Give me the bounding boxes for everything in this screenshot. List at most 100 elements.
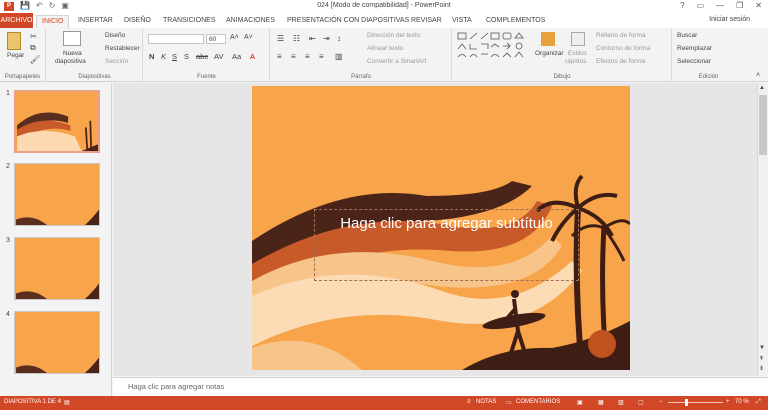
tab-vista[interactable]: VISTA — [452, 15, 472, 28]
shape-outline-button[interactable]: Contorno de forma — [596, 45, 650, 52]
notes-toggle[interactable]: NOTAS — [476, 399, 496, 405]
copy-icon[interactable]: ⧉ — [30, 43, 36, 53]
thumbnail-slide-2[interactable] — [14, 163, 100, 226]
bullets-icon[interactable]: ☰ — [277, 34, 284, 43]
format-painter-icon[interactable]: 🖌 — [30, 55, 40, 64]
tab-archivo[interactable]: ARCHIVO — [0, 13, 33, 28]
numbering-icon[interactable]: ☷ — [293, 34, 300, 43]
scroll-thumb[interactable] — [759, 95, 767, 155]
font-color-icon[interactable]: A — [250, 52, 255, 61]
notes-pane[interactable]: Haga clic para agregar notas — [113, 377, 768, 396]
justify-icon[interactable]: ≡ — [319, 52, 324, 61]
tab-presentacion[interactable]: PRESENTACIÓN CON DIAPOSITIVAS — [287, 15, 409, 28]
align-left-icon[interactable]: ≡ — [277, 52, 282, 61]
slideshow-icon[interactable]: ▢ — [638, 399, 644, 406]
new-slide-label-2[interactable]: diapositiva — [55, 58, 86, 65]
comments-toggle[interactable]: COMENTARIOS — [516, 399, 560, 405]
notes-icon[interactable]: ≡ — [467, 399, 471, 405]
signin-link[interactable]: Iniciar sesión — [709, 16, 750, 23]
paste-button[interactable]: Pegar — [7, 52, 24, 59]
restore-icon[interactable]: ❐ — [736, 1, 743, 10]
reading-view-icon[interactable]: ▥ — [618, 399, 624, 406]
new-slide-icon[interactable] — [63, 31, 81, 46]
tab-inicio[interactable]: INICIO — [36, 15, 70, 28]
zoom-slider[interactable] — [668, 399, 723, 406]
scroll-up-icon[interactable]: ▲ — [759, 85, 765, 91]
paste-icon[interactable] — [7, 32, 21, 50]
italic-icon[interactable]: K — [161, 52, 166, 61]
slide-2-artwork — [16, 209, 99, 225]
columns-icon[interactable]: ▥ — [335, 52, 343, 61]
tab-diseno[interactable]: DISEÑO — [124, 15, 151, 28]
arrange-button[interactable]: Organizar — [535, 50, 564, 57]
underline-icon[interactable]: S — [172, 52, 177, 61]
reset-button[interactable]: Restablecer — [105, 45, 140, 52]
thumbnail-slide-3[interactable] — [14, 237, 100, 300]
close-icon[interactable]: ✕ — [755, 1, 762, 10]
group-fuente: 60 A˄ A˅ N K S S abc AV Aa A Fuente — [144, 28, 270, 82]
help-icon[interactable]: ? — [680, 1, 684, 10]
layout-button[interactable]: Diseño — [105, 32, 125, 39]
select-button[interactable]: Seleccionar — [677, 58, 711, 65]
tab-insertar[interactable]: INSERTAR — [78, 15, 113, 28]
replace-button[interactable]: Reemplazar — [677, 45, 712, 52]
shape-effects-button[interactable]: Efectos de forma — [596, 58, 645, 65]
quick-styles-button[interactable]: Estilos — [568, 50, 587, 57]
shape-fill-button[interactable]: Relleno de forma — [596, 32, 646, 39]
ribbon-display-icon[interactable]: ▭ — [697, 1, 705, 10]
thumbnail-number: 1 — [6, 90, 10, 97]
prev-slide-icon[interactable]: ⇞ — [759, 355, 764, 362]
align-center-icon[interactable]: ≡ — [291, 52, 296, 61]
zoom-out-icon[interactable]: − — [659, 399, 663, 405]
fit-slide-icon[interactable]: ⤢ — [756, 399, 761, 406]
line-spacing-icon[interactable]: ↕ — [337, 34, 341, 43]
font-name-select[interactable] — [148, 34, 204, 44]
grow-font-icon[interactable]: A˄ — [230, 34, 239, 41]
section-button[interactable]: Sección — [105, 58, 128, 65]
char-spacing-icon[interactable]: AV — [214, 52, 223, 61]
decrease-indent-icon[interactable]: ⇤ — [309, 34, 316, 43]
group-label: Edición — [698, 74, 719, 80]
shadow-icon[interactable]: S — [184, 52, 189, 61]
tab-transiciones[interactable]: TRANSICIONES — [163, 15, 216, 28]
comments-icon[interactable]: ▭ — [506, 399, 512, 406]
align-text-button[interactable]: Alinear texto — [367, 45, 403, 52]
zoom-slider-thumb[interactable] — [685, 399, 689, 406]
tab-revisar[interactable]: REVISAR — [411, 15, 442, 28]
change-case-icon[interactable]: Aa — [232, 52, 241, 61]
thumbnail-number: 3 — [6, 237, 10, 244]
ribbon: Pegar ✂ ⧉ 🖌 Portapapeles Nueva diapositi… — [0, 28, 768, 82]
collapse-ribbon-icon[interactable]: ˄ — [756, 72, 760, 79]
scroll-down-icon[interactable]: ▼ — [759, 345, 765, 351]
new-slide-label[interactable]: Nueva — [63, 50, 82, 57]
smartart-button[interactable]: Convertir a SmartArt — [367, 58, 426, 65]
normal-view-icon[interactable]: ▣ — [577, 399, 583, 406]
shapes-gallery-icon[interactable] — [457, 32, 531, 62]
zoom-level[interactable]: 70 % — [735, 399, 749, 405]
slide-canvas[interactable]: Haga clic para agregar subtítulo — [252, 86, 630, 370]
increase-indent-icon[interactable]: ⇥ — [323, 34, 330, 43]
thumbnail-slide-4[interactable] — [14, 311, 100, 374]
subtitle-placeholder[interactable]: Haga clic para agregar subtítulo — [314, 209, 579, 281]
strikethrough-icon[interactable]: abc — [196, 52, 208, 61]
minimize-icon[interactable]: — — [716, 1, 724, 10]
zoom-in-icon[interactable]: + — [726, 399, 730, 405]
vertical-scrollbar[interactable]: ▲ ▼ ⇞ ⇟ — [757, 83, 768, 376]
align-right-icon[interactable]: ≡ — [305, 52, 310, 61]
arrange-icon[interactable] — [541, 32, 555, 46]
cut-icon[interactable]: ✂ — [30, 32, 37, 41]
slide-sorter-icon[interactable]: ▦ — [598, 399, 604, 406]
bold-icon[interactable]: N — [149, 52, 154, 61]
font-size-select[interactable]: 60 — [206, 34, 226, 44]
quick-styles-button-2[interactable]: rápidos — [565, 58, 586, 65]
next-slide-icon[interactable]: ⇟ — [759, 365, 764, 372]
thumbnail-slide-1[interactable] — [14, 90, 100, 153]
group-portapapeles: Pegar ✂ ⧉ 🖌 Portapapeles — [0, 28, 46, 82]
tab-animaciones[interactable]: ANIMACIONES — [226, 15, 275, 28]
tab-complementos[interactable]: COMPLEMENTOS — [486, 15, 545, 28]
text-direction-button[interactable]: Dirección del texto — [367, 32, 420, 39]
find-button[interactable]: Buscar — [677, 32, 697, 39]
spelling-icon[interactable]: ▤ — [64, 399, 70, 406]
shrink-font-icon[interactable]: A˅ — [244, 34, 253, 41]
quick-styles-icon[interactable] — [571, 32, 585, 46]
